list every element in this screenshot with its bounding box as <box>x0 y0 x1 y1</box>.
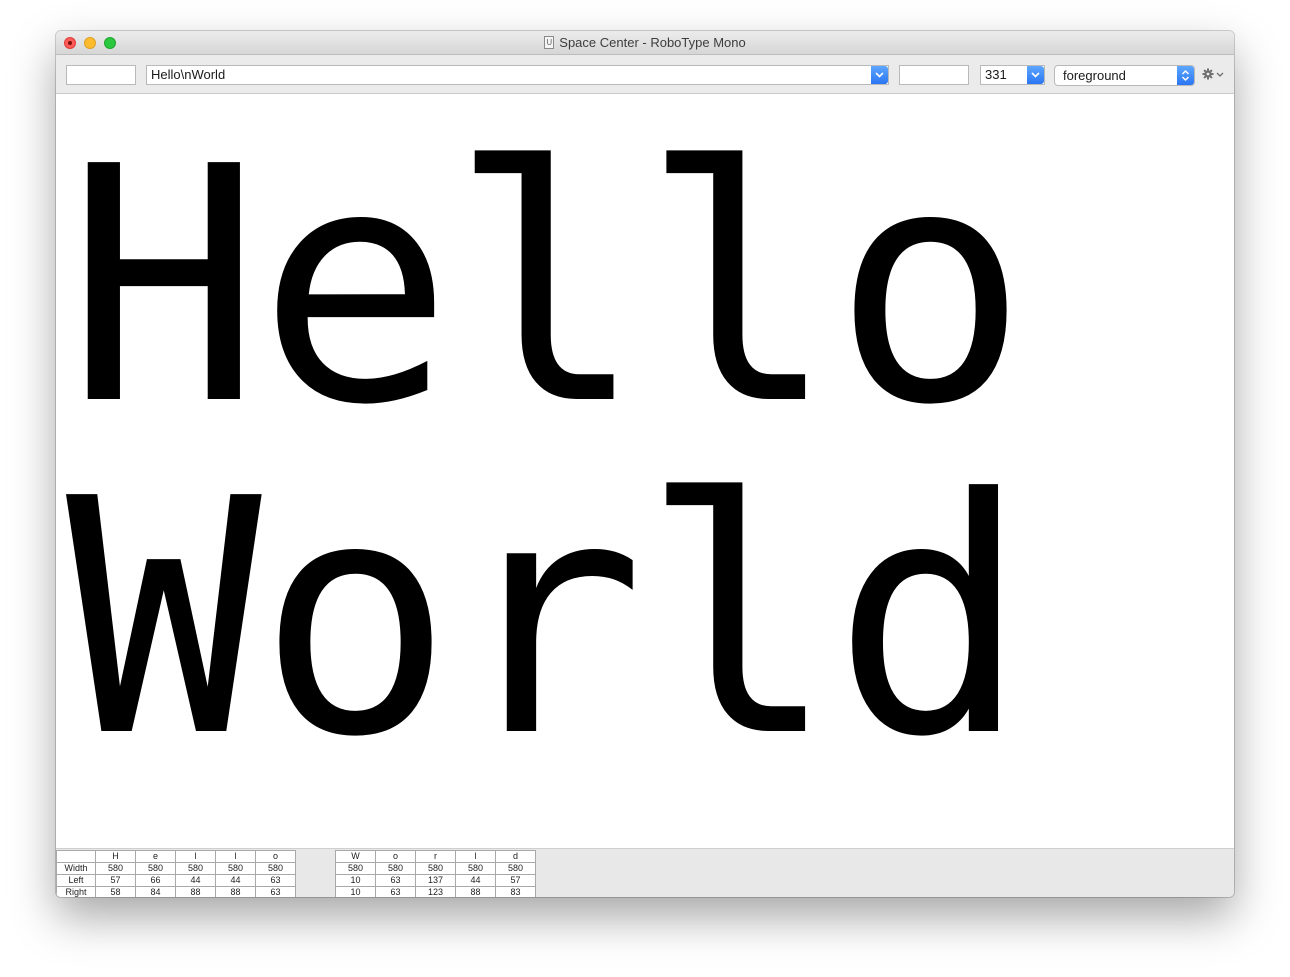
right-margin-cell[interactable]: 10 <box>335 886 376 897</box>
glyph-name-cell[interactable]: l <box>175 850 216 863</box>
text-combo-value: Hello\nWorld <box>151 67 226 82</box>
metrics-table-line-2: W o r l d 580 580 580 580 580 10 63 137 … <box>335 850 536 897</box>
left-margin-cell[interactable]: 10 <box>335 874 376 887</box>
left-margin-cell[interactable]: 57 <box>95 874 136 887</box>
width-cell[interactable]: 580 <box>95 862 136 875</box>
width-cell[interactable]: 580 <box>335 862 376 875</box>
metrics-width-row: Width 580 580 580 580 580 <box>56 862 296 875</box>
right-row-label: Right <box>56 886 96 897</box>
left-margin-cell[interactable]: 63 <box>255 874 296 887</box>
pre-post-input[interactable] <box>899 65 969 85</box>
width-cell[interactable]: 580 <box>455 862 496 875</box>
width-cell[interactable]: 580 <box>135 862 176 875</box>
title-bar[interactable]: U Space Center - RoboType Mono <box>56 31 1234 55</box>
glyph-name-cell[interactable]: o <box>375 850 416 863</box>
right-margin-cell[interactable]: 84 <box>135 886 176 897</box>
width-cell[interactable]: 580 <box>175 862 216 875</box>
right-margin-cell[interactable]: 123 <box>415 886 456 897</box>
toolbar: Hello\nWorld 331 foreground <box>56 55 1234 94</box>
glyph-name-cell[interactable]: r <box>415 850 456 863</box>
preview-line-2[interactable]: World <box>66 456 1028 781</box>
width-cell[interactable]: 580 <box>495 862 536 875</box>
layer-value: foreground <box>1063 68 1126 83</box>
glyph-name-cell[interactable]: d <box>495 850 536 863</box>
width-cell[interactable]: 580 <box>215 862 256 875</box>
layer-popup[interactable]: foreground <box>1054 65 1195 86</box>
width-cell[interactable]: 580 <box>375 862 416 875</box>
width-row-label: Width <box>56 862 96 875</box>
metrics-header-row: H e l l o <box>56 850 296 863</box>
left-row-label: Left <box>56 874 96 887</box>
left-margin-cell[interactable]: 44 <box>175 874 216 887</box>
glyph-name-cell[interactable]: H <box>95 850 136 863</box>
metrics-panel: H e l l o Width 580 580 580 580 580 Left… <box>56 848 1234 897</box>
metrics-right-row: Right 58 84 88 88 63 <box>56 886 296 897</box>
glyph-name-cell[interactable]: l <box>455 850 496 863</box>
right-margin-cell[interactable]: 58 <box>95 886 136 897</box>
text-combo-box[interactable]: Hello\nWorld <box>146 65 889 85</box>
left-margin-cell[interactable]: 137 <box>415 874 456 887</box>
gear-icon <box>1202 68 1214 80</box>
size-value: 331 <box>985 67 1007 82</box>
window-title-area: U Space Center - RoboType Mono <box>56 31 1234 54</box>
metrics-left-row: Left 57 66 44 44 63 <box>56 874 296 887</box>
chevron-down-icon <box>1216 72 1224 77</box>
space-center-window: U Space Center - RoboType Mono Hello\nWo… <box>56 31 1234 897</box>
glyph-name-cell[interactable]: W <box>335 850 376 863</box>
width-cell[interactable]: 580 <box>415 862 456 875</box>
metrics-header-row: W o r l d <box>335 850 536 863</box>
metrics-width-row: 580 580 580 580 580 <box>335 862 536 875</box>
left-margin-cell[interactable]: 57 <box>495 874 536 887</box>
width-cell[interactable]: 580 <box>255 862 296 875</box>
right-margin-cell[interactable]: 88 <box>175 886 216 897</box>
glyph-name-cell[interactable]: l <box>215 850 256 863</box>
metrics-right-row: 10 63 123 88 83 <box>335 886 536 897</box>
left-margin-cell[interactable]: 44 <box>215 874 256 887</box>
up-down-arrows-icon <box>1181 69 1190 82</box>
glyph-input[interactable] <box>66 65 136 85</box>
left-margin-cell[interactable]: 63 <box>375 874 416 887</box>
right-margin-cell[interactable]: 83 <box>495 886 536 897</box>
right-margin-cell[interactable]: 88 <box>455 886 496 897</box>
chevron-down-icon <box>875 72 884 78</box>
metrics-table-line-1: H e l l o Width 580 580 580 580 580 Left… <box>56 850 296 897</box>
left-margin-cell[interactable]: 66 <box>135 874 176 887</box>
glyph-preview-canvas[interactable]: Hello World <box>56 94 1234 848</box>
glyph-name-cell[interactable]: e <box>135 850 176 863</box>
size-dropdown-button[interactable] <box>1027 66 1044 84</box>
window-title: Space Center - RoboType Mono <box>559 35 746 50</box>
options-menu-button[interactable] <box>1202 66 1226 82</box>
glyph-name-cell[interactable]: o <box>255 850 296 863</box>
size-combo-box[interactable]: 331 <box>980 65 1045 85</box>
right-margin-cell[interactable]: 63 <box>255 886 296 897</box>
preview-line-1[interactable]: Hello <box>66 124 1028 449</box>
chevron-down-icon <box>1031 72 1040 78</box>
right-margin-cell[interactable]: 63 <box>375 886 416 897</box>
text-combo-dropdown-button[interactable] <box>871 66 888 84</box>
right-margin-cell[interactable]: 88 <box>215 886 256 897</box>
document-icon[interactable]: U <box>544 36 555 49</box>
metrics-corner-cell <box>56 850 96 863</box>
metrics-left-row: 10 63 137 44 57 <box>335 874 536 887</box>
left-margin-cell[interactable]: 44 <box>455 874 496 887</box>
layer-popup-arrows[interactable] <box>1177 66 1194 85</box>
